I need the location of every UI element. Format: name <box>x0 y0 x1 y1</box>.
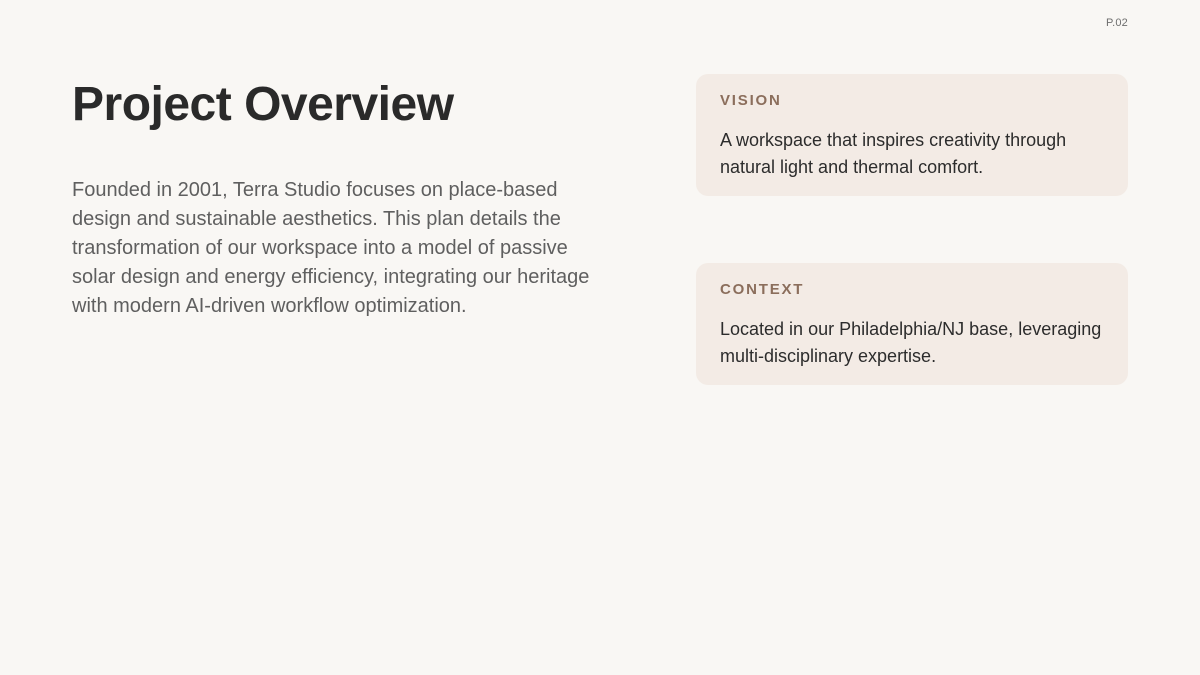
intro-paragraph: Founded in 2001, Terra Studio focuses on… <box>72 179 590 317</box>
page-title: Project Overview <box>72 78 454 131</box>
page-number: P.02 <box>1105 17 1128 29</box>
context-card-label: CONTEXT <box>720 281 805 298</box>
vision-card-text: A workspace that inspires creativity thr… <box>720 130 1067 177</box>
context-card: CONTEXT Located in our Philadelphia/NJ b… <box>696 263 1128 385</box>
context-card-text: Located in our Philadelphia/NJ base, lev… <box>720 319 1102 366</box>
vision-card-label: VISION <box>720 92 782 109</box>
vision-card: VISION A workspace that inspires creativ… <box>696 74 1128 196</box>
